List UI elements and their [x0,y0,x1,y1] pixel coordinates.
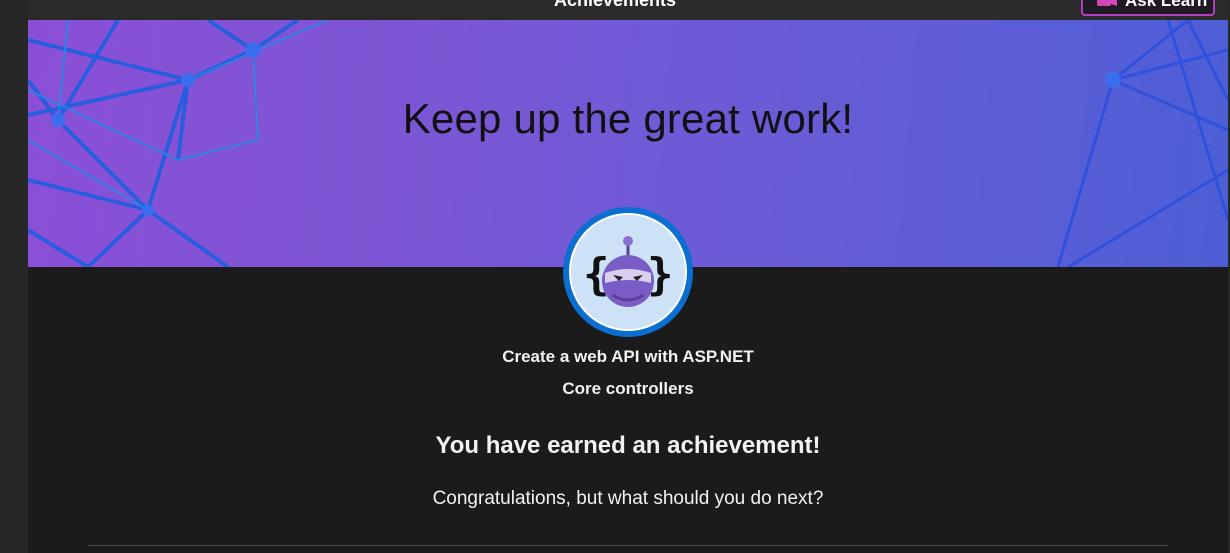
dialog-title: Achievements [553,0,677,10]
module-title: Create a web API with ASP.NET Core contr… [428,341,828,405]
next-prompt: Congratulations, but what should you do … [432,488,824,509]
module-title-line2: Core controllers [562,379,694,398]
robot-mascot-icon: { } [583,236,674,307]
ask-learn-icon [1097,0,1117,6]
divider [88,545,1168,546]
ask-learn-label: Ask Learn [1125,0,1208,10]
earned-heading: You have earned an achievement! [435,432,821,459]
module-title-line1: Create a web API with ASP.NET [502,347,754,366]
ask-learn-button[interactable]: Ask Learn [1081,0,1215,16]
banner-headline: Keep up the great work! [402,95,854,142]
left-gutter [0,0,28,553]
badge-inner: { } [569,213,687,331]
achievement-modal: Keep up the great work! { } Create a web… [28,20,1228,553]
achievement-badge: { } [563,207,693,337]
